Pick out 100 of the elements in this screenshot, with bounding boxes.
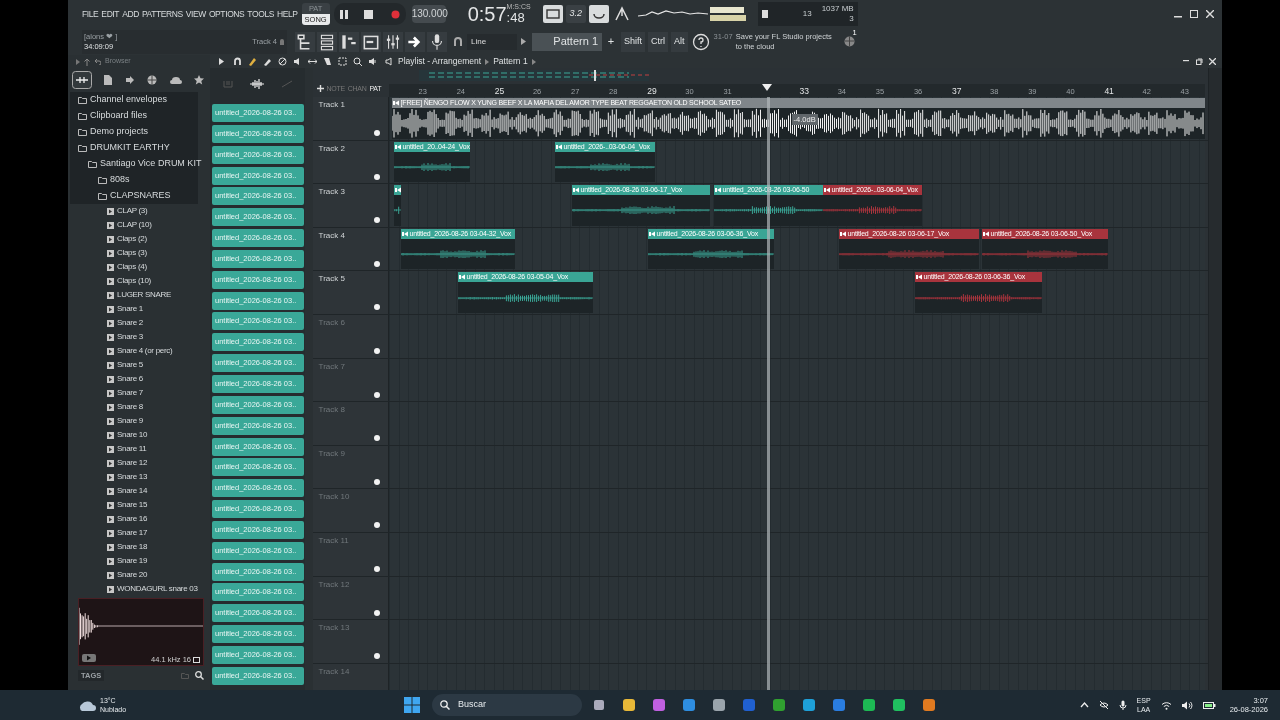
- maximize-icon[interactable]: [1190, 10, 1198, 18]
- browser-sample[interactable]: Snare 12: [70, 456, 148, 470]
- browser-sample[interactable]: Snare 18: [70, 540, 148, 554]
- music-icon[interactable]: [862, 698, 877, 712]
- search-icon[interactable]: [195, 671, 204, 680]
- browser-sample[interactable]: Snare 4 (or perc): [70, 344, 173, 358]
- select-icon[interactable]: [338, 57, 347, 66]
- clip-menu-icon[interactable]: [392, 100, 399, 106]
- menu-item[interactable]: OPTIONS: [208, 7, 245, 21]
- browser-icon[interactable]: [295, 31, 315, 52]
- browser-sample[interactable]: Snare 3: [70, 330, 143, 344]
- browser-sample[interactable]: Snare 1: [70, 302, 143, 316]
- record-icon[interactable]: [390, 9, 400, 19]
- browser-sample[interactable]: Snare 16: [70, 512, 148, 526]
- chevron-up-icon[interactable]: [1079, 702, 1089, 708]
- modifier-key-button[interactable]: Ctrl: [648, 31, 668, 52]
- browser-sample[interactable]: Snare 9: [70, 414, 143, 428]
- add-pattern-button[interactable]: +: [604, 32, 618, 51]
- browser-sample[interactable]: Snare 7: [70, 386, 143, 400]
- track-led-icon[interactable]: [373, 217, 380, 224]
- browser-sample[interactable]: Snare 6: [70, 372, 143, 386]
- channel-rack-icon[interactable]: [317, 31, 337, 52]
- playlist-icon[interactable]: [361, 31, 381, 52]
- store-icon[interactable]: [682, 698, 697, 712]
- clip-menu-icon[interactable]: [714, 187, 721, 194]
- track-led-icon[interactable]: [373, 609, 380, 616]
- track-led-icon[interactable]: [373, 304, 380, 311]
- vertical-scrollbar[interactable]: [1208, 68, 1222, 690]
- track-led-icon[interactable]: [373, 565, 380, 572]
- clip-menu-icon[interactable]: [823, 187, 830, 194]
- speaker-icon[interactable]: [385, 57, 394, 66]
- track-led-icon[interactable]: [373, 391, 380, 398]
- track-name[interactable]: Track 4: [318, 229, 345, 242]
- chat-icon[interactable]: [892, 698, 907, 712]
- clip-menu-icon[interactable]: [915, 274, 922, 281]
- brush-icon[interactable]: [263, 57, 272, 66]
- browser-icon[interactable]: [802, 698, 817, 712]
- browser-sample[interactable]: CLAP (10): [70, 218, 152, 232]
- browser-sample[interactable]: Snare 20: [70, 568, 148, 582]
- piano-roll-icon[interactable]: [339, 31, 359, 52]
- menu-item[interactable]: HELP: [277, 7, 298, 21]
- typing-keyboard-icon[interactable]: [542, 5, 563, 23]
- browser-sample[interactable]: Claps (2): [70, 232, 147, 246]
- audio-wave-icon[interactable]: [250, 79, 265, 89]
- browser-sample[interactable]: Snare 14: [70, 484, 148, 498]
- browser-sample[interactable]: LUGER SNARE: [70, 288, 172, 302]
- chevron-icon[interactable]: [531, 58, 536, 65]
- playhead-marker-icon[interactable]: [761, 84, 772, 91]
- taskbar-search-field[interactable]: Buscar: [432, 694, 583, 716]
- menu-item[interactable]: TOOLS: [247, 7, 275, 21]
- star-icon[interactable]: [193, 75, 204, 85]
- track-name[interactable]: Track 5: [318, 273, 345, 286]
- mail-icon[interactable]: [832, 698, 847, 712]
- clip-menu-icon[interactable]: [394, 143, 401, 150]
- hidden-icon[interactable]: [1098, 700, 1109, 710]
- menu-item[interactable]: EDIT: [101, 7, 120, 21]
- pattern-selector[interactable]: Pattern 1: [532, 32, 602, 51]
- browser-folder[interactable]: Channel envelopes: [70, 92, 198, 108]
- play-icon[interactable]: [82, 654, 96, 662]
- track-led-icon[interactable]: [373, 435, 380, 442]
- magnet-icon[interactable]: [453, 36, 463, 47]
- menu-item[interactable]: ADD: [122, 7, 139, 21]
- modifier-key-button[interactable]: Alt: [671, 31, 688, 52]
- all-files-tab-icon[interactable]: [72, 71, 92, 89]
- browser-sample[interactable]: Snare 11: [70, 442, 147, 456]
- start-icon[interactable]: [404, 697, 421, 713]
- playlist-pattern[interactable]: Pattern 1: [493, 55, 528, 68]
- track-name[interactable]: Track 1: [318, 99, 345, 111]
- audio-clip[interactable]: [393, 185, 401, 226]
- snap-button[interactable]: 3.2: [565, 5, 586, 23]
- copilot-icon[interactable]: [652, 698, 667, 712]
- track-led-icon[interactable]: [373, 347, 380, 354]
- playback-icon[interactable]: [368, 57, 377, 66]
- browser-folder[interactable]: 808s: [70, 172, 198, 188]
- clip-menu-icon[interactable]: [839, 230, 846, 237]
- browser-folder[interactable]: DRUMKIT EARTHY: [70, 140, 198, 156]
- clip-menu-icon[interactable]: [555, 143, 562, 150]
- microphone-icon[interactable]: [1118, 699, 1127, 711]
- xbox-icon[interactable]: [772, 698, 787, 712]
- track-led-icon[interactable]: [373, 130, 380, 136]
- track-name[interactable]: Track 3: [318, 186, 345, 199]
- clip-menu-icon[interactable]: [982, 230, 989, 237]
- daw-icon[interactable]: [922, 698, 937, 712]
- snap-dropdown[interactable]: Line: [467, 33, 517, 50]
- arrow-up-icon[interactable]: [84, 57, 90, 66]
- caret-icon[interactable]: [218, 57, 227, 66]
- close-icon[interactable]: [1209, 58, 1216, 65]
- pencil-icon[interactable]: [248, 57, 257, 66]
- clip-menu-icon[interactable]: [572, 187, 579, 194]
- loop-record-icon[interactable]: [588, 5, 609, 23]
- zoom-icon[interactable]: [353, 57, 362, 66]
- save-icon[interactable]: [193, 657, 200, 663]
- tempo-display[interactable]: 130.000: [411, 5, 446, 23]
- stop-icon[interactable]: [363, 9, 373, 19]
- file-explorer-icon[interactable]: [622, 698, 637, 712]
- clip-menu-icon[interactable]: [648, 230, 655, 237]
- microphone-icon[interactable]: [427, 31, 447, 52]
- browser-sample[interactable]: Snare 17: [70, 526, 148, 540]
- volume-icon[interactable]: [1181, 700, 1193, 710]
- help-icon[interactable]: [691, 32, 710, 51]
